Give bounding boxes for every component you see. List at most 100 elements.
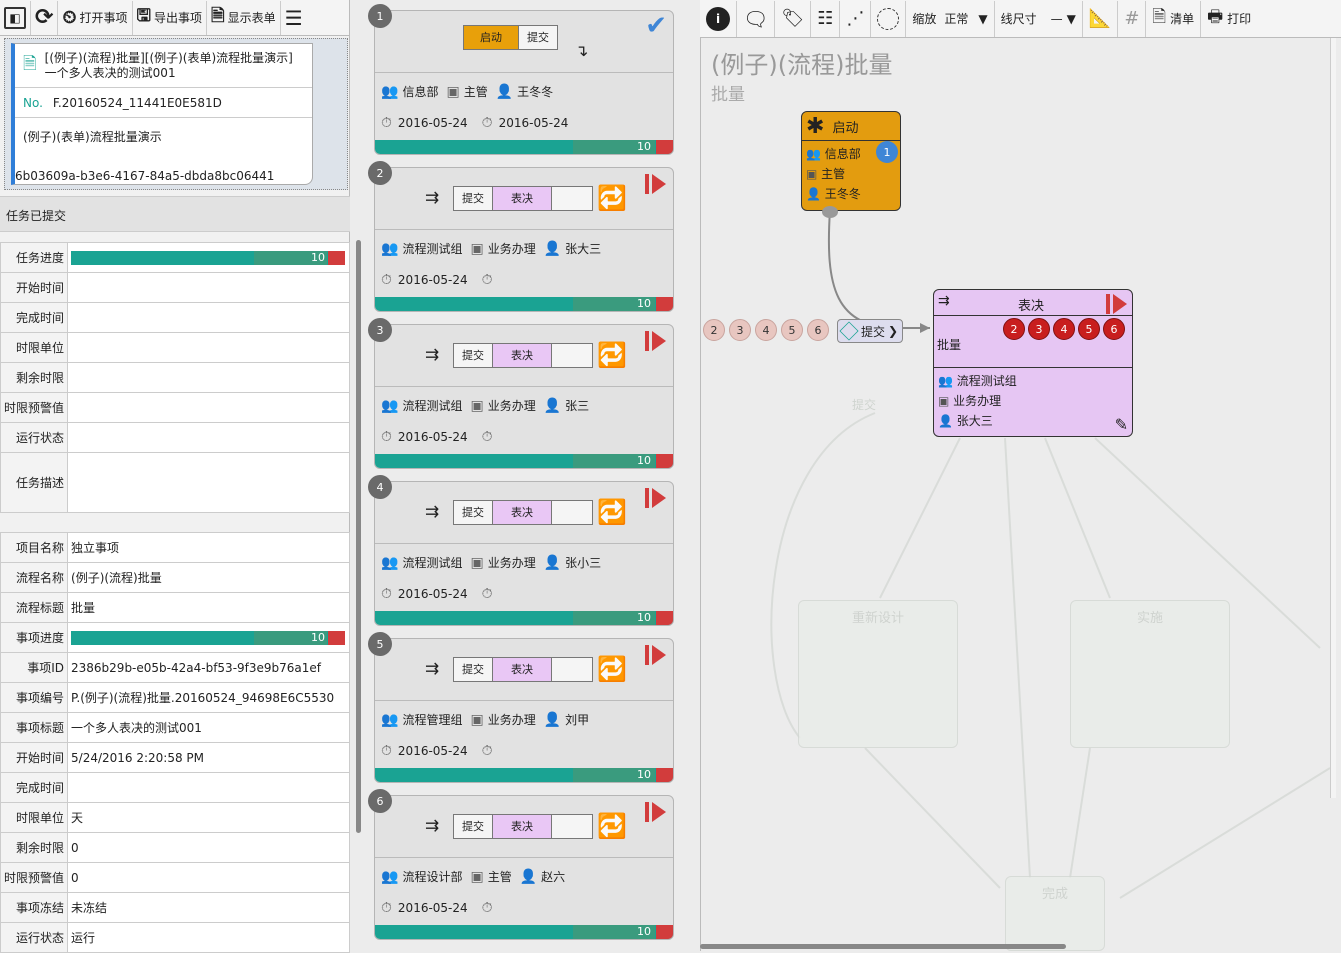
field-value-text: P.(例子)(流程)批量.20160524_94698E6C5530 — [71, 691, 335, 705]
field-value — [67, 392, 350, 423]
task-card[interactable]: ⇉ 提交 表决 🔁 👥 流程测试组 ▣ 业务办理 👤 张小三 ⏱ 2016-05-24 ⏱ 10 — [374, 481, 674, 626]
pencil-icon[interactable]: ✎ — [1115, 415, 1128, 434]
start-node-port[interactable] — [822, 206, 838, 218]
item-info-inner: 🗎 [(例子)(流程)批量][(例子)(表单)流程批量演示]一个多人表决的测试0… — [11, 43, 313, 185]
start-node-user-text: 王冬冬 — [824, 187, 861, 201]
vote-badge[interactable]: 2 — [1003, 318, 1025, 340]
field-value-text: 2386b29b-e05b-42a4-bf53-9f3e9b76a1ef — [71, 660, 322, 675]
print-button[interactable]: 🖶 打印 — [1201, 1, 1257, 37]
field-value: P.(例子)(流程)批量.20160524_94698E6C5530 — [67, 682, 350, 713]
vote-badge[interactable]: 5 — [1078, 318, 1100, 340]
show-form-button[interactable]: 🗎 显示表单 — [207, 0, 281, 35]
ghost-node-done[interactable]: 完成 — [1005, 876, 1105, 951]
start-node[interactable]: ✱ 启动 👥 信息部 ▣ 主管 👤 王冬冬 1 — [801, 111, 901, 211]
tag-button[interactable]: 🏷 — [775, 0, 812, 37]
refresh-button[interactable]: ⟳ — [31, 0, 59, 35]
field-label: 流程名称 — [0, 562, 69, 593]
card-date-row: ⏱ 2016-05-24 ⏱ — [381, 586, 499, 602]
field-value — [67, 272, 350, 303]
field-value: 2386b29b-e05b-42a4-bf53-9f3e9b76a1ef — [67, 652, 350, 683]
field-label: 完成时间 — [0, 772, 69, 803]
start-node-title: 启动 — [832, 120, 859, 136]
flow-vscrollbar[interactable] — [1330, 38, 1336, 798]
task-card-header: ⇉ 提交 表决 🔁 — [375, 325, 673, 387]
card-progress-bar: 10 — [375, 925, 673, 939]
back-button[interactable]: ◧ — [0, 0, 31, 35]
play-icon[interactable] — [645, 643, 667, 667]
flow-hscrollbar[interactable] — [700, 944, 1066, 949]
pending-bubble[interactable]: 2 — [703, 319, 725, 341]
arrow-down-icon: ↴ — [575, 41, 589, 60]
info-button[interactable]: i — [700, 0, 737, 37]
task-card[interactable]: ⇉ 提交 表决 🔁 👥 流程管理组 ▣ 业务办理 👤 刘甲 ⏱ 2016-05-24 ⏱ 10 — [374, 638, 674, 783]
card-assignee-row: 👥 流程测试组 ▣ 业务办理 👤 张三 — [381, 397, 589, 414]
step-sequence: 提交 表决 — [453, 343, 593, 368]
field-label: 时限单位 — [0, 802, 69, 833]
task-card-header: ⇉ 提交 表决 🔁 — [375, 796, 673, 858]
timer-check-icon: ⏱ — [481, 429, 493, 445]
field-label: 运行状态 — [0, 422, 69, 453]
ruler-icon: 📐 — [1088, 8, 1112, 29]
field-label: 事项标题 — [0, 712, 69, 743]
field-value-text: 独立事项 — [71, 541, 120, 555]
field-value — [67, 772, 350, 803]
item-guid: 6b03609a-b3e6-4167-84a5-dbda8bc06441 — [15, 169, 275, 183]
pending-bubble[interactable]: 6 — [807, 319, 829, 341]
table-row: 流程标题 批量 — [0, 592, 350, 623]
export-item-button[interactable]: 🖫 导出事项 — [133, 0, 207, 35]
repeat-icon: 🔁 — [597, 184, 627, 212]
task-card-header: ⇉ 提交 表决 🔁 — [375, 482, 673, 544]
play-icon[interactable] — [645, 329, 667, 353]
task-card[interactable]: 启动 提交 ↴ ✔ 👥 信息部 ▣ 主管 👤 王冬冬 ⏱ 2016-05-24 ⏱ 2016-05-24 1… — [374, 10, 674, 155]
ghost-node-implement[interactable]: 实施 — [1070, 600, 1230, 748]
submit-connector-button[interactable]: 提交 ❯ — [837, 319, 903, 343]
field-label: 项目名称 — [0, 532, 69, 563]
field-value-text: (例子)(流程)批量 — [71, 571, 162, 585]
vote-badge[interactable]: 3 — [1028, 318, 1050, 340]
open-item-button[interactable]: ⏲ 打开事项 — [58, 0, 133, 35]
graph-button[interactable]: ⋰ — [840, 0, 872, 37]
task-card[interactable]: ⇉ 提交 表决 🔁 👥 流程测试组 ▣ 业务办理 👤 张三 ⏱ 2016-05-24 ⏱ 10 — [374, 324, 674, 469]
play-icon[interactable] — [645, 800, 667, 824]
card-start-date: 2016-05-24 — [397, 430, 468, 444]
field-value: 10 — [67, 622, 350, 653]
menu-button[interactable]: ☰ — [281, 1, 307, 35]
progress-segment — [328, 250, 346, 265]
grid-button[interactable]: # — [1118, 0, 1147, 37]
play-icon[interactable] — [645, 172, 667, 196]
vote-node[interactable]: ⇉ 表决 23456 批量 👥 流程测试组 ▣ 业务办理 👤 张大三 ✎ — [933, 289, 1133, 437]
users-button[interactable]: ☷ — [811, 0, 841, 37]
dashed-circle-icon — [877, 7, 900, 30]
field-value — [67, 302, 350, 333]
step-item: 提交 — [454, 187, 493, 210]
pending-bubble[interactable]: 4 — [755, 319, 777, 341]
left-scrollbar[interactable] — [356, 240, 361, 833]
comment-button[interactable]: 🗨 — [737, 0, 776, 37]
task-card[interactable]: ⇉ 提交 表决 🔁 👥 流程设计部 ▣ 主管 👤 赵六 ⏱ 2016-05-24 ⏱ 10 — [374, 795, 674, 940]
task-card[interactable]: ⇉ 提交 表决 🔁 👥 流程测试组 ▣ 业务办理 👤 张大三 ⏱ 2016-05-24 ⏱ 10 — [374, 167, 674, 312]
start-node-badge[interactable]: 1 — [876, 141, 898, 163]
ghost-node-redesign[interactable]: 重新设计 — [798, 600, 958, 748]
user-icon: 👤 — [938, 414, 957, 428]
field-label: 剩余时限 — [0, 362, 69, 393]
ghost-submit-label: 提交 — [852, 398, 877, 412]
pending-bubble[interactable]: 5 — [781, 319, 803, 341]
line-size-select[interactable]: 线尺寸 — ▼ — [995, 0, 1083, 37]
badge-icon: ▣ — [470, 240, 484, 257]
field-value — [67, 422, 350, 453]
ruler-button[interactable]: 📐 — [1083, 0, 1119, 37]
list-button[interactable]: 🗎 清单 — [1146, 0, 1202, 37]
card-user: 赵六 — [541, 870, 566, 884]
field-value-text: 批量 — [71, 601, 96, 615]
vote-badge[interactable]: 4 — [1053, 318, 1075, 340]
vote-badge[interactable]: 6 — [1103, 318, 1125, 340]
lasso-button[interactable] — [871, 0, 907, 37]
pending-bubble[interactable]: 3 — [729, 319, 751, 341]
field-label: 剩余时限 — [0, 832, 69, 863]
flow-toolbar: i 🗨 🏷 ☷ ⋰ 缩放 正常 ▼ 线尺寸 — ▼ 📐 # 🗎 清单 🖶 打印 — [700, 0, 1341, 38]
step-item: 提交 — [454, 344, 493, 367]
exit-icon: ◧ — [4, 6, 26, 29]
zoom-select[interactable]: 缩放 正常 ▼ — [906, 0, 995, 37]
field-value-text: 一个多人表决的测试001 — [71, 721, 202, 735]
play-icon[interactable] — [645, 486, 667, 510]
